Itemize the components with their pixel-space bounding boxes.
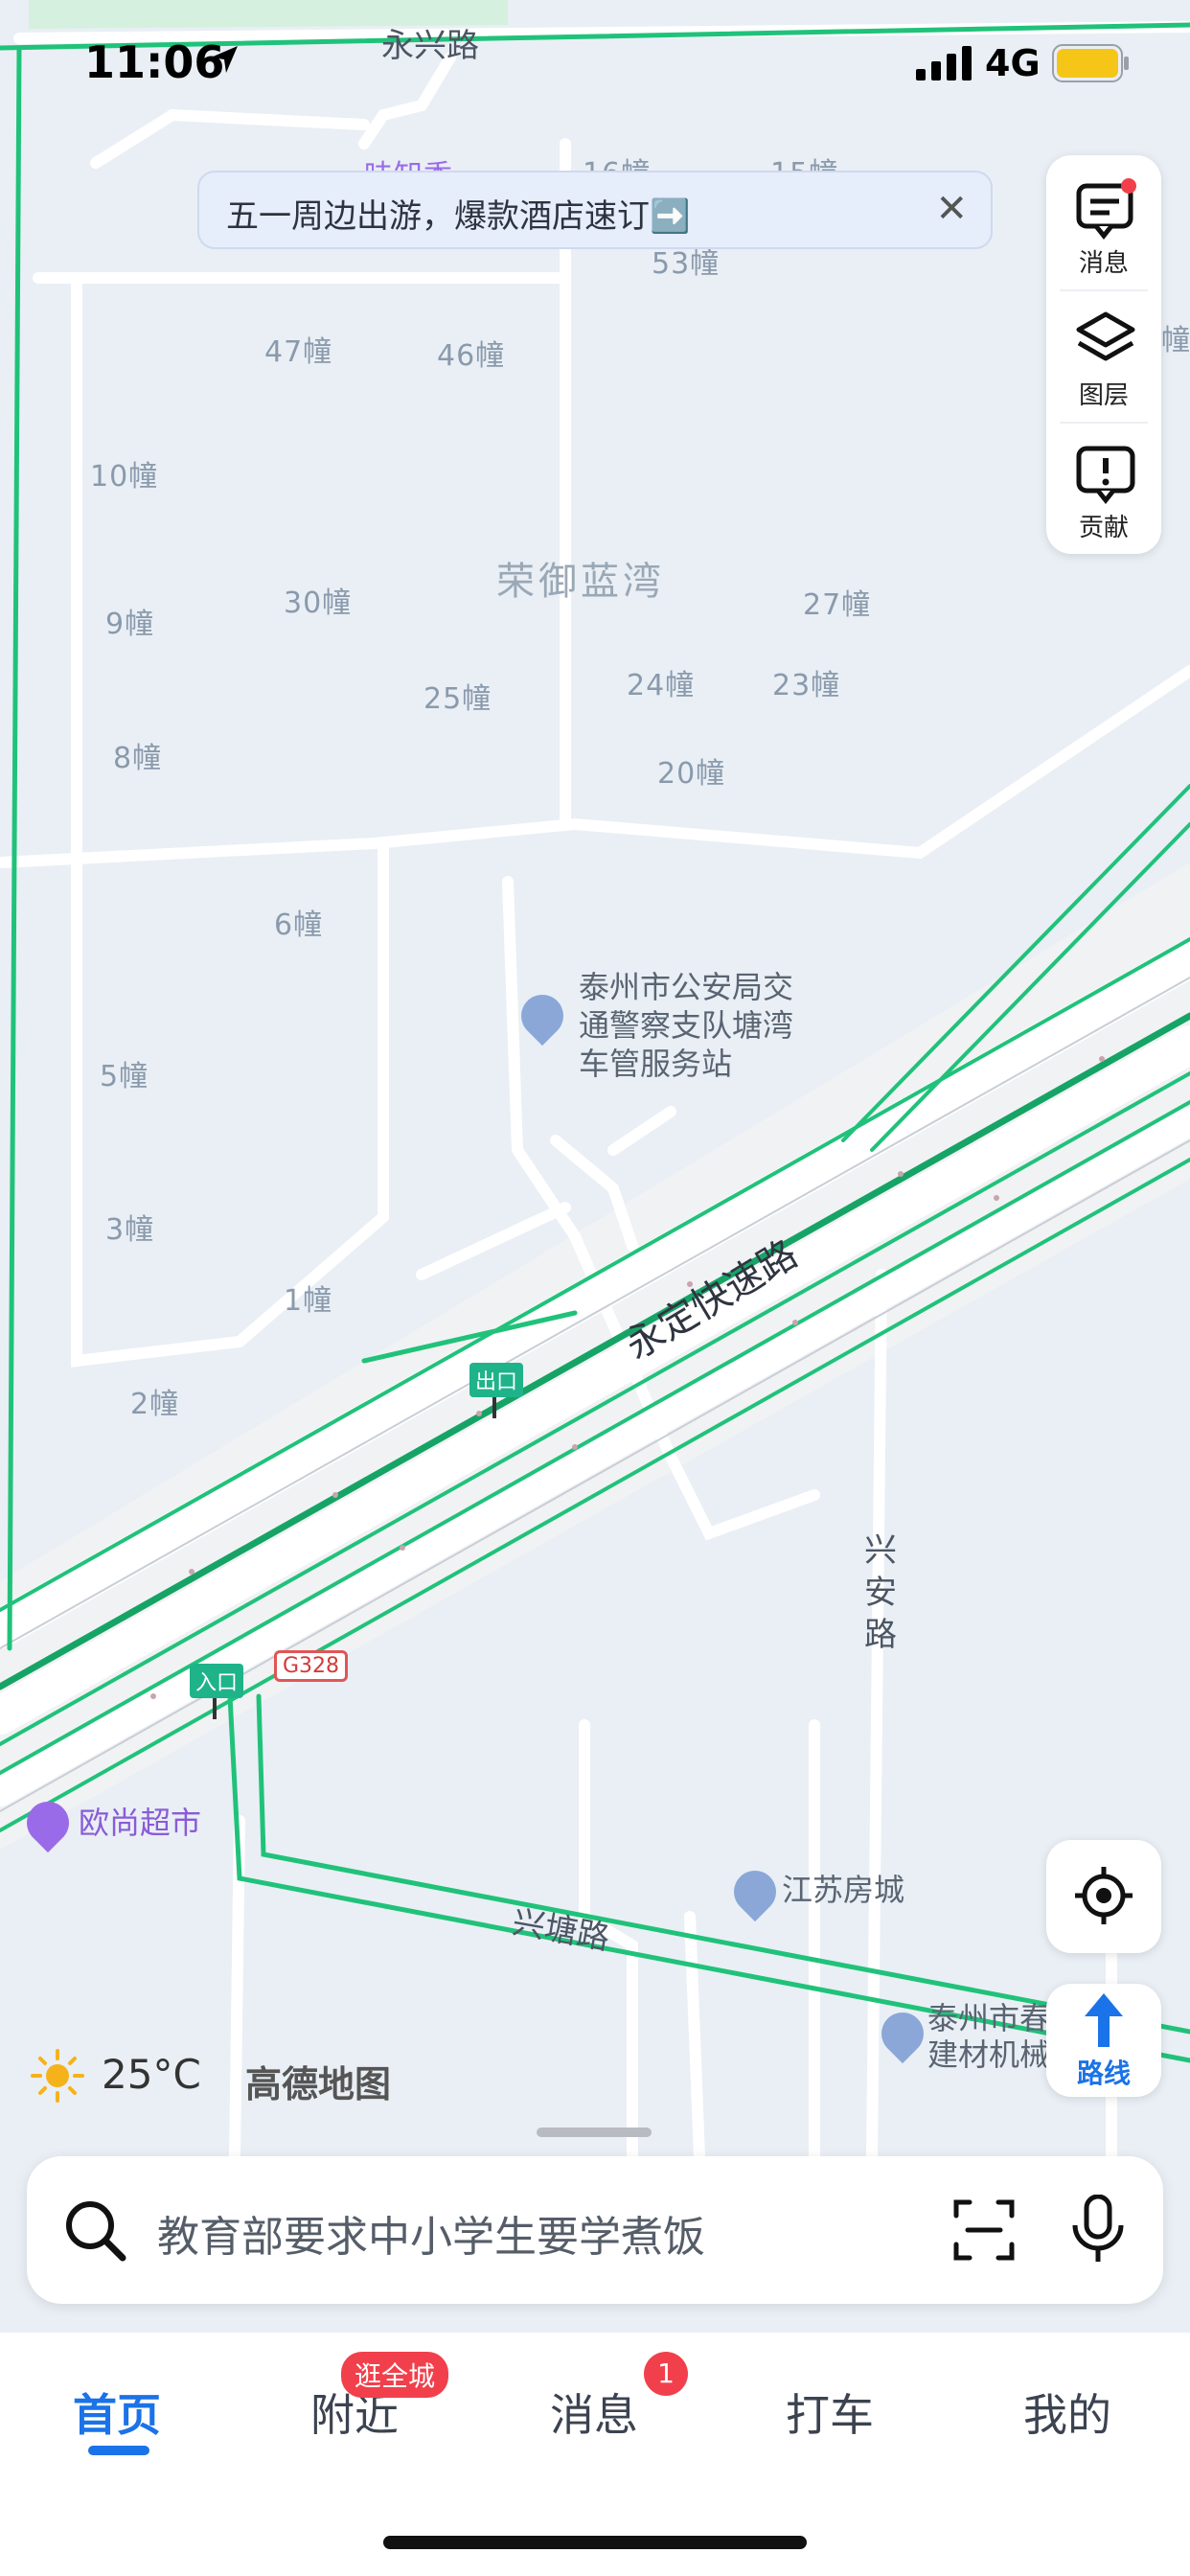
area-label: 荣御蓝湾	[496, 560, 665, 604]
contribute-tool-label: 贡献	[1078, 514, 1129, 542]
messages-badge: 1	[644, 2352, 688, 2396]
layers-tool-button[interactable]: 图层	[1046, 293, 1161, 418]
scan-icon[interactable]	[952, 2198, 1016, 2262]
poi-label: 车管服务站	[579, 1046, 733, 1082]
temperature: 25°C	[102, 2051, 201, 2098]
message-icon	[1076, 178, 1136, 240]
location-arrow-icon	[211, 46, 238, 73]
close-icon[interactable]: ✕	[935, 188, 968, 230]
building-label: 5幢	[100, 1060, 149, 1093]
building-label: 46幢	[437, 339, 506, 373]
building-label: 1幢	[284, 1284, 333, 1318]
exit-sign-label: 出口	[469, 1363, 524, 1397]
layers-tool-label: 图层	[1078, 381, 1129, 410]
contribute-tool-button[interactable]: 贡献	[1046, 426, 1161, 550]
status-bar: 11:06 4G	[0, 0, 1190, 134]
battery-icon	[1052, 44, 1129, 82]
tab-home[interactable]: 首页	[73, 2380, 161, 2444]
network-type: 4G	[985, 42, 1041, 84]
messages-tool-button[interactable]: 消息	[1046, 161, 1161, 286]
promo-banner[interactable]: 五一周边出游，爆款酒店速订➡️ ✕	[197, 171, 993, 249]
poi-label: 泰州市公安局交	[579, 969, 794, 1005]
tab-messages[interactable]: 消息	[550, 2380, 638, 2444]
building-label: 24幢	[627, 669, 696, 702]
poi-label: 建材机械	[927, 2036, 1051, 2073]
locate-icon	[1075, 1867, 1133, 1924]
locate-button[interactable]	[1046, 1840, 1161, 1953]
status-time: 11:06	[84, 36, 225, 88]
building-label: 27幢	[803, 588, 872, 622]
sun-icon	[31, 2049, 84, 2103]
building-label: 3幢	[105, 1213, 155, 1247]
building-label: 2幢	[130, 1388, 180, 1421]
route-arrow-icon	[1085, 1993, 1123, 2047]
poi-label: 江苏房城	[782, 1872, 905, 1908]
entrance-sign-label: 入口	[190, 1664, 244, 1698]
map-tools-panel: 消息 图层 贡献	[1046, 155, 1161, 554]
building-label: 47幢	[264, 335, 333, 369]
brand-logo-text: 高德地图	[245, 2063, 392, 2105]
home-indicator	[383, 2536, 807, 2549]
building-label: 6幢	[274, 908, 324, 942]
poi-label: 欧尚超市	[79, 1805, 202, 1841]
microphone-icon[interactable]	[1071, 2195, 1125, 2266]
building-label: 23幢	[772, 669, 841, 702]
tab-home-indicator	[88, 2446, 149, 2455]
sheet-handle[interactable]	[537, 2128, 652, 2137]
tab-taxi[interactable]: 打车	[786, 2380, 874, 2444]
nearby-badge: 逛全城	[341, 2352, 449, 2398]
building-label: 25幢	[423, 682, 492, 716]
route-button[interactable]: 路线	[1046, 1984, 1161, 2097]
poi-label: 通警察支队塘湾	[579, 1007, 794, 1044]
banner-text[interactable]: 五一周边出游，爆款酒店速订➡️	[226, 190, 690, 237]
route-label: 路线	[1076, 2058, 1131, 2089]
partial-label: 幢	[1161, 324, 1190, 357]
tab-mine[interactable]: 我的	[1023, 2380, 1111, 2444]
search-placeholder[interactable]: 教育部要求中小学生要学煮饭	[157, 2202, 705, 2264]
building-label: 10幢	[90, 460, 159, 494]
poi-label: 泰州市春	[927, 2000, 1051, 2036]
building-label: 20幢	[657, 757, 726, 791]
signal-icon	[916, 46, 972, 80]
entrance-sign: 入口	[190, 1664, 244, 1719]
contribute-icon	[1076, 446, 1135, 504]
highway-shield: G328	[274, 1650, 349, 1682]
building-label: 30幢	[284, 586, 353, 620]
search-icon	[66, 2201, 126, 2262]
road-label-xingan: 兴安路	[864, 1531, 897, 1654]
layers-icon	[1076, 311, 1135, 361]
messages-tool-label: 消息	[1078, 249, 1129, 278]
exit-sign: 出口	[469, 1363, 524, 1418]
building-label: 9幢	[105, 608, 155, 641]
search-bar[interactable]: 教育部要求中小学生要学煮饭	[27, 2156, 1163, 2304]
building-label: 8幢	[113, 742, 163, 775]
